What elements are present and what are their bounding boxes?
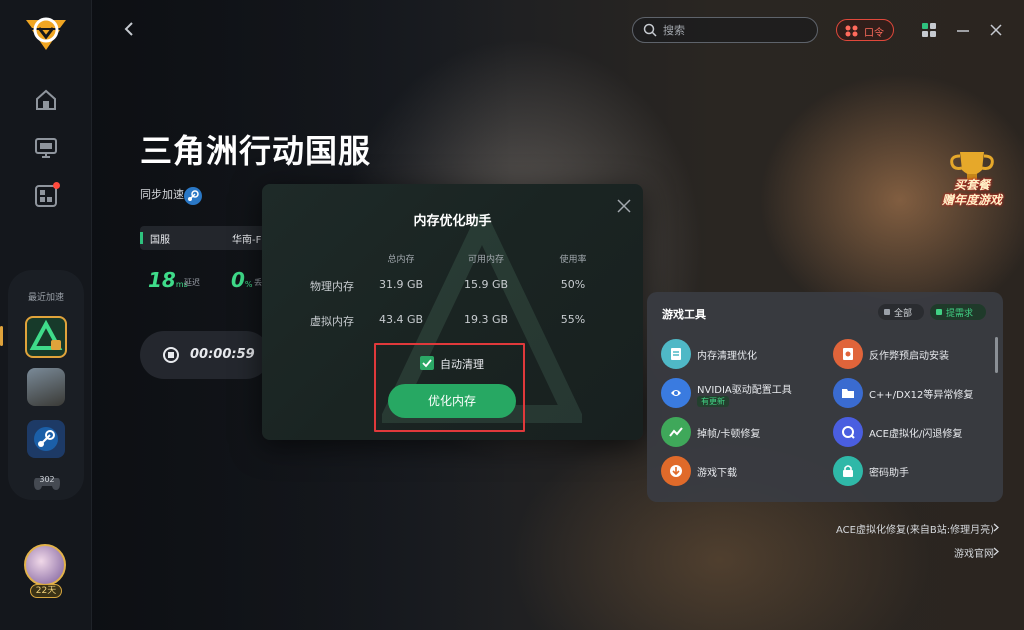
dialog-title: 内存优化助手 [413, 214, 492, 229]
column-header-total: 总内存 [387, 255, 415, 265]
tools-all-label: 全部 [894, 309, 913, 319]
avatar-days-badge: 22天 [30, 584, 62, 598]
all-icon [884, 309, 890, 315]
anticheat-icon [833, 339, 863, 369]
ace-repair-icon [833, 417, 863, 447]
nvidia-icon [661, 378, 691, 408]
official-site-link[interactable]: 游戏官网 [954, 545, 994, 560]
tool-label: 密码助手 [869, 468, 909, 479]
steam-sync-icon[interactable] [184, 187, 202, 205]
sync-label: 同步加速 [140, 188, 184, 201]
tools-title: 游戏工具 [662, 308, 706, 321]
home-icon[interactable] [32, 86, 60, 114]
tool-game-download[interactable]: 游戏下载 [661, 456, 821, 488]
tool-label: ACE虚拟化/闪退修复 [869, 429, 963, 440]
server-row[interactable]: 国服 华南-F [140, 226, 270, 250]
fps-repair-icon [661, 417, 691, 447]
game-tools-panel: 游戏工具 全部 提需求 内存清理优化 反作弊预启动安装 NVIDIA驱动配置工具… [647, 292, 1003, 502]
steam-icon [34, 427, 58, 451]
delta-force-icon [29, 319, 63, 350]
command-button[interactable]: 口令 [836, 19, 894, 41]
back-button[interactable] [122, 20, 140, 40]
row-label-virtual: 虚拟内存 [310, 315, 354, 328]
acceleration-timer: 00:00:59 [190, 347, 255, 362]
request-icon [936, 309, 942, 315]
chevron-right-icon [993, 547, 999, 556]
stop-acceleration-button[interactable]: 00:00:59 [140, 331, 270, 379]
recent-label: 最近加速 [27, 293, 64, 303]
tool-memory-clean[interactable]: 内存清理优化 [661, 339, 821, 371]
virtual-total: 43.4 GB [378, 313, 424, 326]
minimize-icon[interactable] [955, 22, 971, 38]
loss-label: 丢 [254, 278, 262, 287]
feature-request-label: 提需求 [946, 309, 974, 319]
feature-request-button[interactable]: 提需求 [930, 304, 986, 320]
recent-game-steam[interactable] [27, 420, 65, 458]
server-region: 华南-F [232, 235, 262, 246]
command-icon [845, 25, 858, 37]
promo-line2: 赠年度游戏 [941, 193, 1002, 207]
password-icon [833, 456, 863, 486]
tool-label: C++/DX12等异常修复 [869, 390, 974, 401]
latency-value: 18ms [148, 268, 188, 292]
loss-number: 0 [231, 268, 245, 292]
memory-clean-icon [661, 339, 691, 369]
tool-ace-repair[interactable]: ACE虚拟化/闪退修复 [833, 417, 993, 449]
tool-label: 反作弊预启动安装 [869, 351, 949, 362]
column-header-available: 可用内存 [467, 255, 504, 265]
sidebar: 最近加速 302 22天 [0, 0, 92, 630]
avatar[interactable] [24, 544, 66, 586]
column-header-usage: 使用率 [559, 255, 587, 265]
monitor-icon[interactable] [32, 134, 60, 162]
highlight-annotation-box [374, 343, 525, 432]
virtual-available: 19.3 GB [463, 313, 509, 326]
apps-icon[interactable] [32, 182, 60, 210]
tools-all-button[interactable]: 全部 [878, 304, 924, 320]
controller-count: 302 [39, 475, 55, 484]
recent-game-delta-force[interactable] [25, 316, 67, 358]
active-indicator [0, 326, 3, 346]
app-logo-icon[interactable] [22, 10, 70, 54]
search-box[interactable] [632, 17, 818, 43]
stop-icon [163, 347, 179, 363]
loss-unit: % [244, 280, 253, 289]
search-input[interactable] [663, 22, 803, 38]
recent-game-pubg[interactable] [27, 368, 65, 406]
notification-dot [53, 182, 60, 189]
latency-number: 18 [148, 268, 176, 292]
apps-grid-icon[interactable] [921, 22, 937, 38]
chevron-left-icon [124, 22, 133, 36]
tools-scrollbar[interactable] [995, 337, 998, 373]
tool-cpp-dx12-repair[interactable]: C++/DX12等异常修复 [833, 378, 993, 410]
command-label: 口令 [864, 28, 884, 39]
tool-nvidia[interactable]: NVIDIA驱动配置工具 有更新 [661, 378, 821, 410]
server-status-bar [140, 232, 143, 244]
physical-usage: 50% [560, 278, 586, 291]
ace-fix-link[interactable]: ACE虚拟化修复(来自B站:修理月亮) [836, 521, 994, 536]
tool-label: 内存清理优化 [697, 351, 757, 362]
chevron-right-icon [993, 523, 999, 532]
folder-repair-icon [833, 378, 863, 408]
update-badge: 有更新 [697, 396, 729, 407]
virtual-usage: 55% [560, 313, 586, 326]
download-icon [661, 456, 691, 486]
server-name: 国服 [150, 235, 170, 246]
close-icon[interactable] [988, 22, 1004, 38]
promo-line1: 买套餐 [953, 178, 990, 192]
tool-label: 游戏下载 [697, 468, 737, 479]
dialog-close-icon[interactable] [616, 198, 632, 214]
loss-value: 0% [231, 268, 253, 292]
promo-banner[interactable]: 买套餐 赠年度游戏 [934, 178, 1010, 208]
search-icon [643, 23, 657, 37]
tool-label: 掉帧/卡顿修复 [697, 429, 761, 440]
physical-total: 31.9 GB [378, 278, 424, 291]
latency-label: 延迟 [184, 278, 200, 287]
tool-anticheat[interactable]: 反作弊预启动安装 [833, 339, 993, 371]
tool-label: NVIDIA驱动配置工具 [697, 385, 792, 396]
game-title: 三角洲行动国服 [140, 132, 372, 170]
tool-fps-repair[interactable]: 掉帧/卡顿修复 [661, 417, 821, 449]
tool-password-helper[interactable]: 密码助手 [833, 456, 993, 488]
row-label-physical: 物理内存 [310, 280, 354, 293]
physical-available: 15.9 GB [463, 278, 509, 291]
